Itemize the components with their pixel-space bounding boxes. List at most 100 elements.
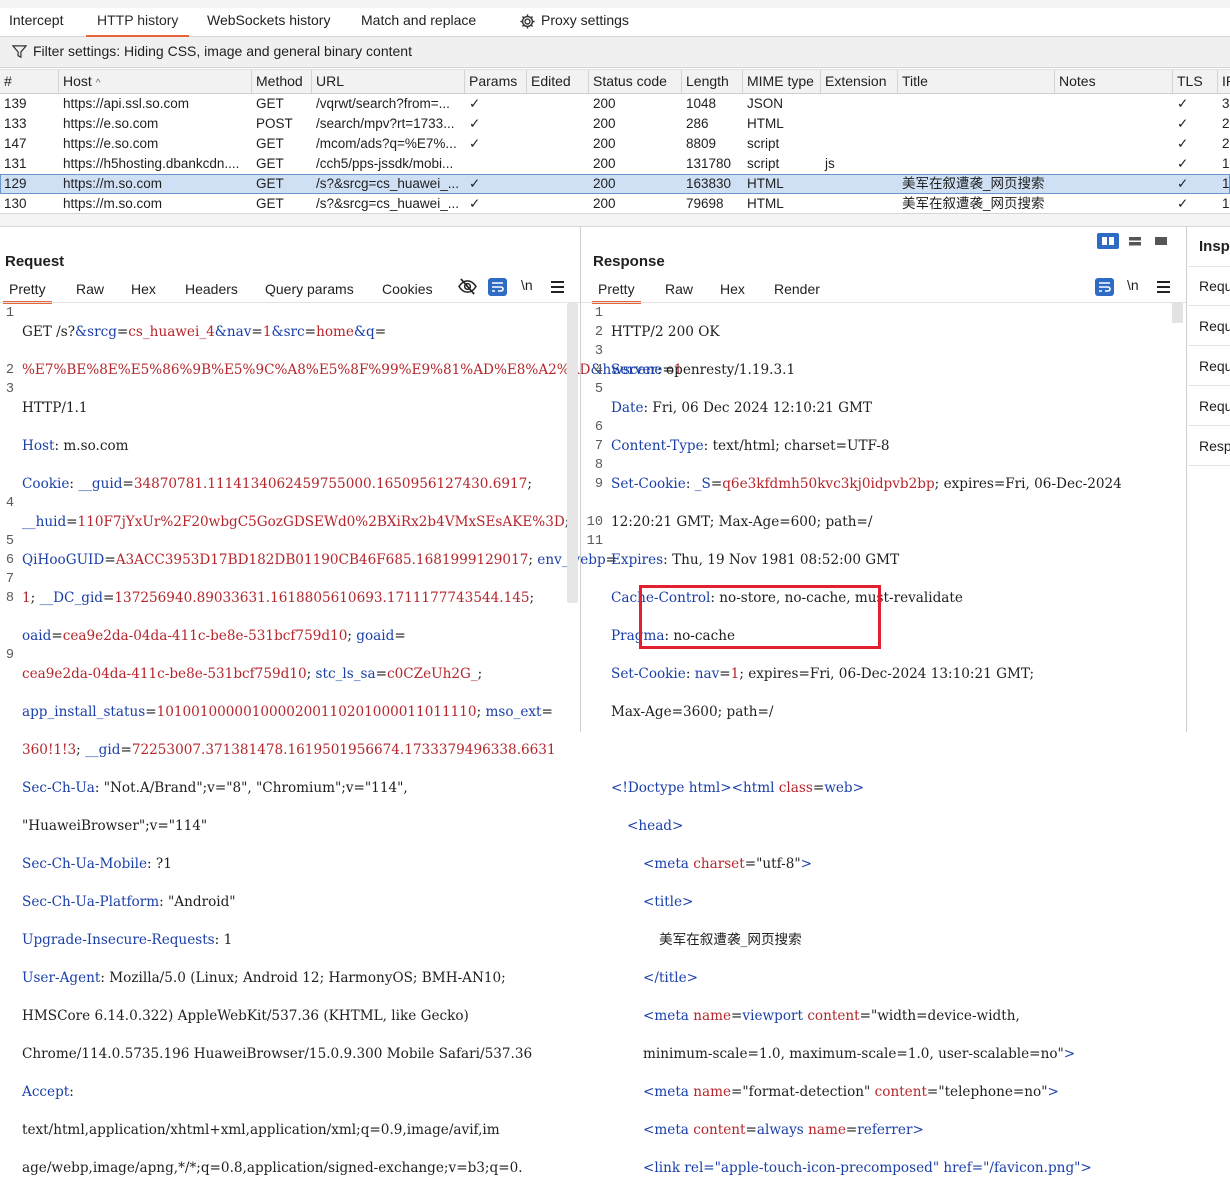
response-menu-button[interactable] bbox=[1157, 280, 1170, 296]
request-editor[interactable]: GET /s?&srcg=cs_huawei_4&nav=1&src=home&… bbox=[22, 304, 682, 1197]
inspector-divider[interactable] bbox=[1186, 226, 1187, 732]
cell-length: 8809 bbox=[686, 136, 717, 151]
col-notes[interactable]: Notes bbox=[1055, 70, 1173, 93]
col-ip[interactable]: IP bbox=[1218, 70, 1230, 93]
html-doctype: <!Doctype html> bbox=[611, 780, 732, 796]
resp-line: 美军在叙遭袭_网页搜索 bbox=[611, 931, 1171, 950]
request-tab-raw[interactable]: Raw bbox=[76, 279, 104, 301]
tab-websockets-history[interactable]: WebSockets history bbox=[207, 8, 330, 35]
response-scrollbar[interactable] bbox=[1172, 303, 1183, 323]
header-name: Host bbox=[22, 438, 55, 454]
request-scrollbar[interactable] bbox=[567, 303, 578, 603]
cell-length: 131780 bbox=[686, 156, 732, 171]
cell-notes bbox=[1055, 114, 1173, 134]
line-number: 5 bbox=[594, 382, 603, 397]
tab-match-and-replace[interactable]: Match and replace bbox=[361, 8, 476, 35]
layout-stacked-button[interactable] bbox=[1124, 233, 1146, 249]
col-title[interactable]: Title bbox=[898, 70, 1055, 93]
col-params[interactable]: Params bbox=[465, 70, 527, 93]
cell-status: 200 bbox=[593, 176, 616, 191]
resp-line: <link rel="apple-touch-icon-precomposed"… bbox=[643, 1160, 1092, 1176]
req-line: "HuaweiBrowser";v="114" bbox=[22, 818, 208, 834]
request-tab-headers[interactable]: Headers bbox=[185, 279, 238, 301]
cell-title bbox=[898, 134, 1055, 154]
table-row[interactable]: 147 https://e.so.com GET/mcom/ads?q=%E7%..… bbox=[0, 134, 1230, 154]
response-word-wrap-toggle[interactable] bbox=[1095, 278, 1114, 296]
tab-proxy-settings[interactable]: Proxy settings bbox=[519, 8, 629, 35]
table-row[interactable]: 139 https://api.ssl.so.com GET/vqrwt/searc… bbox=[0, 94, 1230, 114]
wrap-icon bbox=[1099, 282, 1111, 292]
proxy-settings-label: Proxy settings bbox=[541, 12, 629, 28]
request-menu-button[interactable] bbox=[551, 280, 564, 296]
resp-line: </title> bbox=[611, 969, 1171, 988]
show-newlines-toggle[interactable]: \n bbox=[521, 277, 533, 293]
header-value: text/html; charset=UTF-8 bbox=[712, 438, 890, 454]
request-tab-query-params[interactable]: Query params bbox=[265, 279, 354, 301]
cell-edited bbox=[527, 174, 589, 194]
col-number[interactable]: # bbox=[0, 70, 59, 93]
response-tab-render[interactable]: Render bbox=[774, 279, 820, 301]
col-method[interactable]: Method bbox=[252, 70, 312, 93]
cell-ext bbox=[821, 114, 898, 134]
layout-tabs-button[interactable] bbox=[1150, 233, 1172, 249]
resp-line: <meta content=always name=referrer> bbox=[643, 1122, 924, 1138]
response-tab-raw[interactable]: Raw bbox=[665, 279, 693, 301]
cookie-value: 72253007.371381478.1619501956674.1733379… bbox=[131, 742, 556, 758]
req-line: Sec-Ch-Ua-Mobile: ?1 bbox=[22, 856, 172, 872]
filter-bar[interactable]: Filter settings: Hiding CSS, image and g… bbox=[0, 37, 1230, 68]
inspector-section-request-query[interactable]: Requ bbox=[1199, 318, 1230, 334]
response-show-newlines-toggle[interactable]: \n bbox=[1127, 277, 1139, 293]
tab-intercept[interactable]: Intercept bbox=[9, 8, 63, 35]
inspector-separator bbox=[1188, 385, 1230, 386]
inspector-section-request-cookies[interactable]: Requ bbox=[1199, 398, 1230, 414]
cookie-key: __huid bbox=[22, 514, 67, 530]
line-number: 7 bbox=[5, 572, 14, 587]
header-name: Upgrade-Insecure-Requests bbox=[22, 932, 215, 948]
word-wrap-toggle[interactable] bbox=[488, 278, 507, 296]
header-name: Cookie bbox=[22, 476, 70, 492]
col-status-code[interactable]: Status code bbox=[589, 70, 682, 93]
cell-notes bbox=[1055, 194, 1173, 214]
tab-http-history[interactable]: HTTP history bbox=[86, 8, 190, 38]
table-row-selected[interactable]: 129 https://m.so.com GET/s?&srcg=cs_huawei… bbox=[0, 174, 1230, 194]
gear-icon bbox=[520, 14, 535, 29]
request-tab-pretty[interactable]: Pretty bbox=[3, 279, 52, 304]
request-tabs-divider bbox=[0, 302, 580, 303]
inspector-section-request-body[interactable]: Requ bbox=[1199, 358, 1230, 374]
request-tab-hex[interactable]: Hex bbox=[131, 279, 156, 301]
header-value: "Not.A/Brand";v="8", "Chromium";v="114", bbox=[103, 780, 408, 796]
sort-ascending-icon: ^ bbox=[95, 78, 101, 89]
cell-edited bbox=[527, 154, 589, 174]
response-tab-pretty[interactable]: Pretty bbox=[592, 279, 641, 304]
inspector-section-request-attributes[interactable]: Requ bbox=[1199, 278, 1230, 294]
col-mime-type[interactable]: MIME type bbox=[743, 70, 821, 93]
html-attr-value: "telephone=no" bbox=[938, 1084, 1048, 1100]
response-tab-hex[interactable]: Hex bbox=[720, 279, 745, 301]
cell-tls: ✓ bbox=[1177, 116, 1189, 131]
table-row[interactable]: 130 https://m.so.com GET/s?&srcg=cs_huawei… bbox=[0, 194, 1230, 214]
col-length[interactable]: Length bbox=[682, 70, 743, 93]
col-extension[interactable]: Extension bbox=[821, 70, 898, 93]
cell-params: ✓ bbox=[469, 176, 481, 191]
resp-line: <meta name=viewport content="width=devic… bbox=[643, 1008, 1020, 1024]
table-row[interactable]: 131 https://h5hosting.dbankcdn.... GET/cch… bbox=[0, 154, 1230, 174]
response-editor[interactable]: HTTP/2 200 OK Server: openresty/1.19.3.1… bbox=[611, 304, 1171, 1197]
hide-nonprintable-toggle[interactable] bbox=[458, 278, 477, 298]
table-row[interactable]: 133 https://e.so.com POST/search/mpv?rt=17… bbox=[0, 114, 1230, 134]
html-tag: </title> bbox=[643, 970, 699, 986]
col-url[interactable]: URL bbox=[312, 70, 465, 93]
pane-splitter[interactable] bbox=[0, 213, 1230, 227]
line-number: 6 bbox=[5, 553, 14, 568]
request-tab-cookies[interactable]: Cookies bbox=[382, 279, 433, 301]
req-line: User-Agent: Mozilla/5.0 (Linux; Android … bbox=[22, 970, 506, 986]
cell-notes bbox=[1055, 154, 1173, 174]
layout-side-by-side-button[interactable] bbox=[1097, 233, 1119, 249]
req-line: QiHooGUID=A3ACC3953D17BD182DB01190CB46F6… bbox=[22, 552, 618, 568]
line-number: 1 bbox=[5, 306, 14, 321]
col-tls[interactable]: TLS bbox=[1173, 70, 1218, 93]
col-edited[interactable]: Edited bbox=[527, 70, 589, 93]
cell-tls: ✓ bbox=[1177, 196, 1189, 211]
resp-line: Content-Type: text/html; charset=UTF-8 bbox=[611, 438, 890, 454]
inspector-section-response-headers[interactable]: Respo bbox=[1199, 438, 1230, 454]
col-host[interactable]: Host ^ bbox=[59, 70, 252, 93]
